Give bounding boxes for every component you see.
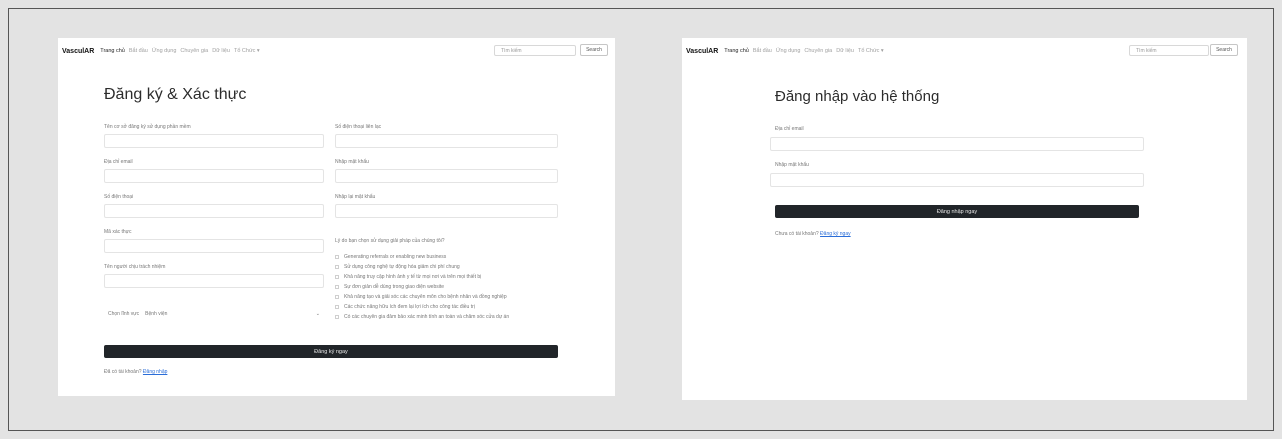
reason-checkbox-row[interactable]: Các chức năng hữu ích đem lại lợi ích ch…	[335, 304, 475, 310]
nav-dropdown-organization[interactable]: Tổ Chức ▾	[234, 48, 260, 54]
login-page: VasculAR Trang chủ Bắt đầu Ứng dụng Chuy…	[682, 38, 1247, 400]
nav-link-home[interactable]: Trang chủ	[100, 48, 125, 54]
email-input[interactable]	[104, 169, 324, 183]
password-input[interactable]	[335, 169, 558, 183]
reason-checkbox-row[interactable]: Có các chuyên gia đảm bảo xác minh tính …	[335, 314, 509, 320]
password-label: Nhập mật khẩu	[775, 162, 809, 168]
nav-link-start[interactable]: Bắt đầu	[753, 48, 772, 54]
chevron-down-icon: ⌄	[315, 311, 320, 317]
reasons-question: Lý do bạn chọn sử dụng giải pháp của chú…	[335, 238, 445, 244]
checkbox[interactable]	[335, 315, 339, 319]
facility-name-input[interactable]	[104, 134, 324, 148]
email-label: Địa chỉ email	[104, 159, 133, 165]
reason-checkbox-row[interactable]: Sử dụng công nghệ tự động hóa giảm chi p…	[335, 264, 460, 270]
page-title: Đăng nhập vào hệ thống	[775, 88, 940, 105]
login-link[interactable]: Đăng nhập	[143, 369, 167, 375]
phone-label: Số điện thoại	[104, 194, 134, 200]
checkbox[interactable]	[335, 255, 339, 259]
reason-label: Generating referrals or enabling new bus…	[344, 254, 447, 260]
nav-dropdown-organization[interactable]: Tổ Chức ▾	[858, 48, 884, 54]
checkbox[interactable]	[335, 305, 339, 309]
nav-link-data[interactable]: Dữ liệu	[836, 48, 854, 54]
reason-checkbox-row[interactable]: Khả năng truy cập hình ảnh y tế từ mọi n…	[335, 274, 481, 280]
nav-link-start[interactable]: Bắt đầu	[129, 48, 148, 54]
brand-logo[interactable]: VasculAR	[686, 48, 718, 55]
reason-label: Khả năng tạo và giải sóc các chuyên môn …	[344, 294, 507, 300]
reason-label: Sử dụng công nghệ tự động hóa giảm chi p…	[344, 264, 460, 270]
phone-input[interactable]	[104, 204, 324, 218]
confirm-password-label: Nhập lại mật khẩu	[335, 194, 376, 200]
reason-checkbox-row[interactable]: Khả năng tạo và giải sóc các chuyên môn …	[335, 294, 507, 300]
contact-phone-input[interactable]	[335, 134, 558, 148]
field-select[interactable]: Chọn lĩnh vực Bệnh viện ⌄	[104, 307, 324, 321]
register-link[interactable]: Đăng ký ngay	[820, 231, 851, 237]
reason-label: Có các chuyên gia đảm bảo xác minh tính …	[344, 314, 510, 320]
nav-link-experts[interactable]: Chuyên gia	[180, 48, 208, 54]
nav-link-data[interactable]: Dữ liệu	[212, 48, 230, 54]
contact-phone-label: Số điện thoại liên lạc	[335, 124, 382, 130]
checkbox[interactable]	[335, 285, 339, 289]
password-label: Nhập mật khẩu	[335, 159, 369, 165]
register-button[interactable]: Đăng ký ngay	[104, 345, 558, 358]
checkbox[interactable]	[335, 275, 339, 279]
reason-label: Khả năng truy cập hình ảnh y tế từ mọi n…	[344, 274, 482, 280]
password-input[interactable]	[770, 173, 1144, 187]
search-button[interactable]: Search	[580, 44, 608, 56]
facility-name-label: Tên cơ sở đăng ký sử dụng phần mềm	[104, 124, 191, 130]
reason-checkbox-row[interactable]: Sự đơn giản dễ dùng trong giao diện webs…	[335, 284, 444, 290]
nav-link-experts[interactable]: Chuyên gia	[804, 48, 832, 54]
nav-link-apps[interactable]: Ứng dụng	[776, 48, 801, 54]
email-label: Địa chỉ email	[775, 126, 804, 132]
login-prompt: Đã có tài khoản? Đăng nhập	[104, 369, 167, 375]
login-prompt-text: Đã có tài khoản?	[104, 369, 142, 375]
brand-logo[interactable]: VasculAR	[62, 48, 94, 55]
register-prompt-text: Chưa có tài khoản?	[775, 231, 819, 237]
reason-checkbox-row[interactable]: Generating referrals or enabling new bus…	[335, 254, 446, 260]
search-input[interactable]: Tìm kiếm	[1129, 45, 1209, 56]
search-button[interactable]: Search	[1210, 44, 1238, 56]
nav-link-home[interactable]: Trang chủ	[724, 48, 749, 54]
page-title: Đăng ký & Xác thực	[104, 86, 247, 103]
login-button[interactable]: Đăng nhập ngay	[775, 205, 1139, 218]
register-prompt: Chưa có tài khoản? Đăng ký ngay	[775, 231, 851, 237]
nav-link-apps[interactable]: Ứng dụng	[152, 48, 177, 54]
manager-name-input[interactable]	[104, 274, 324, 288]
checkbox[interactable]	[335, 265, 339, 269]
register-page: VasculAR Trang chủ Bắt đầu Ứng dụng Chuy…	[58, 38, 615, 396]
verification-code-label: Mã xác thực	[104, 229, 132, 235]
email-input[interactable]	[770, 137, 1144, 151]
search-input[interactable]: Tìm kiếm	[494, 45, 576, 56]
field-select-label: Chọn lĩnh vực	[108, 311, 140, 317]
field-select-value: Bệnh viện	[145, 311, 168, 317]
manager-name-label: Tên người chịu trách nhiệm	[104, 264, 166, 270]
reason-label: Các chức năng hữu ích đem lại lợi ích ch…	[344, 304, 475, 310]
reason-label: Sự đơn giản dễ dùng trong giao diện webs…	[344, 284, 445, 290]
confirm-password-input[interactable]	[335, 204, 558, 218]
checkbox[interactable]	[335, 295, 339, 299]
verification-code-input[interactable]	[104, 239, 324, 253]
